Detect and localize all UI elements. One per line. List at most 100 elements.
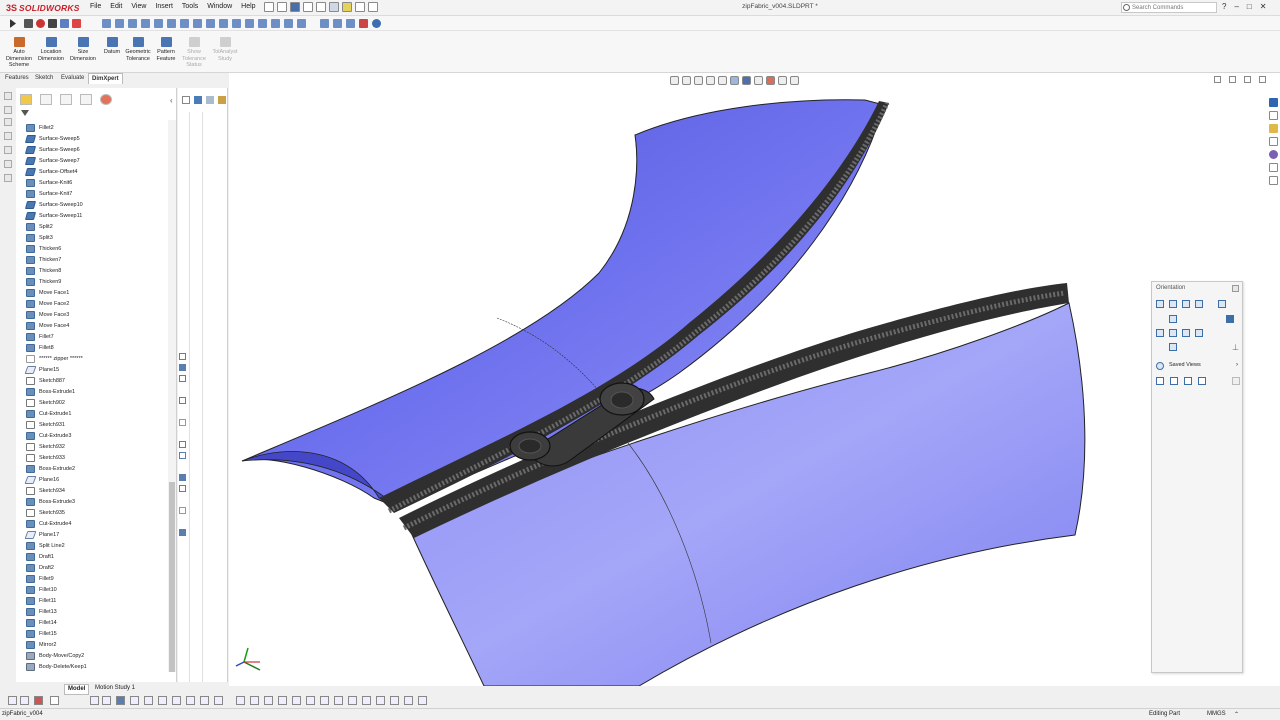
tree-item[interactable]: Surface-Sweep6 xyxy=(24,144,176,155)
tree-item[interactable]: Split2 xyxy=(26,221,176,232)
propertymanager-tab-icon[interactable] xyxy=(40,94,52,105)
tree-item[interactable]: Plane17 xyxy=(24,529,176,540)
bottom-tool-17-icon[interactable] xyxy=(264,696,273,705)
dimxpert-tool-14-icon[interactable] xyxy=(271,19,280,28)
dimxpert-tool-1-icon[interactable] xyxy=(102,19,111,28)
tree-item[interactable]: Mirror2 xyxy=(26,639,176,650)
undo-icon[interactable] xyxy=(316,2,326,12)
menu-tools[interactable]: Tools xyxy=(182,3,198,10)
menu-view[interactable]: View xyxy=(131,3,146,10)
flyout-tool-4-icon[interactable] xyxy=(218,96,226,104)
filter-icon[interactable] xyxy=(21,110,29,116)
location-dimension-button[interactable]: Location Dimension xyxy=(36,37,66,62)
flyout-sketch-icon[interactable] xyxy=(179,452,186,459)
save-icon[interactable] xyxy=(290,2,300,12)
tree-item[interactable]: ****** zipper ****** xyxy=(26,353,176,364)
dimxpert-tool-6-icon[interactable] xyxy=(167,19,176,28)
tree-item[interactable]: Fillet2 xyxy=(26,122,176,133)
bottom-tool-21-icon[interactable] xyxy=(320,696,329,705)
tree-item[interactable]: Cut-Extrude1 xyxy=(26,408,176,419)
bottom-tool-16-icon[interactable] xyxy=(250,696,259,705)
bottom-tool-13-icon[interactable] xyxy=(200,696,209,705)
view-orientation-icon[interactable] xyxy=(730,76,739,85)
zoom-to-fit-icon[interactable] xyxy=(670,76,679,85)
edit-appearance-icon[interactable] xyxy=(766,76,775,85)
bottom-tool-10-icon[interactable] xyxy=(158,696,167,705)
tree-item[interactable]: Move Face2 xyxy=(26,298,176,309)
restore-button[interactable]: □ xyxy=(1247,2,1252,11)
datum-button[interactable]: Datum xyxy=(100,37,124,56)
menu-help[interactable]: Help xyxy=(241,3,255,10)
bottom-tool-15-icon[interactable] xyxy=(236,696,245,705)
bottom-tool-7-icon[interactable] xyxy=(116,696,125,705)
viewport-restore-icon[interactable] xyxy=(1214,76,1221,83)
tree-item[interactable]: Boss-Extrude1 xyxy=(26,386,176,397)
options-icon[interactable] xyxy=(355,2,365,12)
file-explorer-icon[interactable] xyxy=(1269,124,1278,133)
tree-item[interactable]: Surface-Sweep11 xyxy=(24,210,176,221)
minimize-button[interactable]: – xyxy=(1234,2,1238,11)
tab-evaluate[interactable]: Evaluate xyxy=(58,73,87,84)
tolanalyst-study-button[interactable]: TolAnalyst Study xyxy=(210,37,240,62)
tree-item[interactable]: Split Line2 xyxy=(26,540,176,551)
dimxpert-tool-4-icon[interactable] xyxy=(141,19,150,28)
flyout-tool-3-icon[interactable] xyxy=(206,96,214,104)
front-view-icon[interactable] xyxy=(1169,329,1177,337)
flyout-sketch-icon[interactable] xyxy=(179,441,186,448)
dimxpert-tool-18-icon[interactable] xyxy=(333,19,342,28)
bottom-view-icon[interactable] xyxy=(1169,343,1177,351)
strip-tool-6-icon[interactable] xyxy=(4,160,12,168)
tree-item[interactable]: Fillet11 xyxy=(26,595,176,606)
forum-icon[interactable] xyxy=(1269,176,1278,185)
bottom-tool-28-icon[interactable] xyxy=(418,696,427,705)
dimxpert-tool-5-icon[interactable] xyxy=(154,19,163,28)
status-arrow-icon[interactable]: ⌃ xyxy=(1234,711,1239,718)
flyout-sketch-icon[interactable] xyxy=(179,353,186,360)
tree-item[interactable]: Cut-Extrude3 xyxy=(26,430,176,441)
size-dimension-button[interactable]: Size Dimension xyxy=(68,37,98,62)
cube-view-icon[interactable] xyxy=(1226,315,1234,323)
custom-properties-icon[interactable] xyxy=(1269,163,1278,172)
collapse-arrow-icon[interactable]: ‹ xyxy=(170,96,173,105)
bottom-tool-12-icon[interactable] xyxy=(186,696,195,705)
tree-item[interactable]: Boss-Extrude3 xyxy=(26,496,176,507)
dimxpert-tool-9-icon[interactable] xyxy=(206,19,215,28)
help-button[interactable]: ? xyxy=(1222,2,1226,11)
appearances-icon[interactable] xyxy=(1269,150,1278,159)
display-style-icon[interactable] xyxy=(742,76,751,85)
strip-tool-5-icon[interactable] xyxy=(4,146,12,154)
solidworks-logo[interactable]: 3S SOLIDWORKS xyxy=(6,1,80,15)
stop-icon[interactable] xyxy=(24,19,33,28)
dimxpert-tool-7-icon[interactable] xyxy=(180,19,189,28)
tree-item[interactable]: Fillet7 xyxy=(26,331,176,342)
dimxpert-tool-11-icon[interactable] xyxy=(232,19,241,28)
left-view-icon[interactable] xyxy=(1156,329,1164,337)
top-view-icon[interactable] xyxy=(1169,315,1177,323)
flyout-sketch-icon[interactable] xyxy=(179,529,186,536)
tree-item[interactable]: Move Face4 xyxy=(26,320,176,331)
flyout-sketch-icon[interactable] xyxy=(179,364,186,371)
tree-item[interactable]: Body-Delete/Keep1 xyxy=(26,661,176,672)
geometric-tolerance-button[interactable]: Geometric Tolerance xyxy=(123,37,153,62)
tree-item[interactable]: Cut-Extrude4 xyxy=(26,518,176,529)
strip-tool-2-icon[interactable] xyxy=(4,106,12,114)
dimxpert-tool-21-icon[interactable] xyxy=(372,19,381,28)
tab-features[interactable]: Features xyxy=(2,73,32,84)
flyout-sketch-icon[interactable] xyxy=(179,397,186,404)
menu-file[interactable]: File xyxy=(90,3,101,10)
configurationmanager-tab-icon[interactable] xyxy=(60,94,72,105)
bottom-tool-23-icon[interactable] xyxy=(348,696,357,705)
dimxpert-tool-12-icon[interactable] xyxy=(245,19,254,28)
tree-item[interactable]: Move Face1 xyxy=(26,287,176,298)
normal-to-icon[interactable]: ⊥ xyxy=(1232,343,1240,352)
tree-item[interactable]: Surface-Sweep5 xyxy=(24,133,176,144)
displaymanager-tab-icon[interactable] xyxy=(100,94,112,105)
bottom-tool-26-icon[interactable] xyxy=(390,696,399,705)
bottom-tool-3-icon[interactable] xyxy=(34,696,43,705)
new-document-icon[interactable] xyxy=(264,2,274,12)
solidworks-resources-icon[interactable] xyxy=(1269,98,1278,107)
tree-item[interactable]: Draft1 xyxy=(26,551,176,562)
previous-view-icon[interactable] xyxy=(694,76,703,85)
dimxpert-tool-10-icon[interactable] xyxy=(219,19,228,28)
dynamic-annotation-icon[interactable] xyxy=(718,76,727,85)
